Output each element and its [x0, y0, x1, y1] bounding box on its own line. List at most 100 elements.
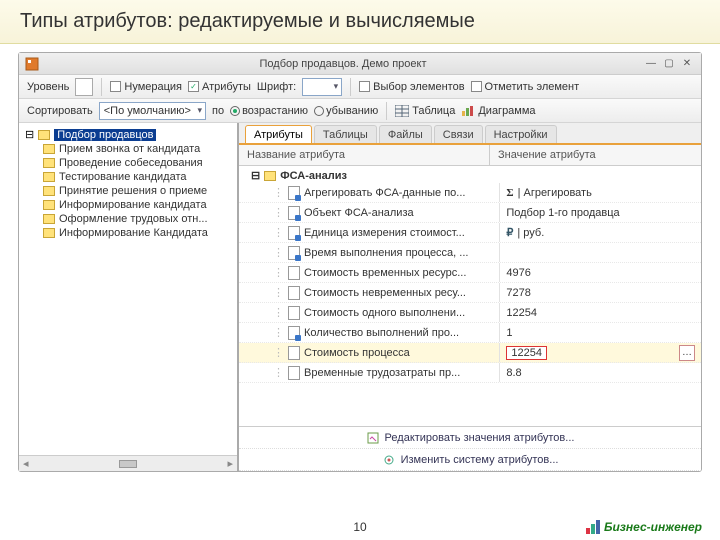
col-name-header[interactable]: Название атрибута — [239, 145, 490, 165]
sort-asc-label: возрастанию — [242, 105, 308, 117]
attribute-grid: ⊟ ФСА-анализ ⋮Агрегировать ФСА-данные по… — [239, 166, 701, 426]
chart-icon — [461, 105, 475, 117]
app-window: Подбор продавцов. Демо проект — ▢ ✕ Уров… — [18, 52, 702, 472]
attr-row[interactable]: ⋮ Стоимость одного выполнени... 12254 — [239, 303, 701, 323]
readonly-icon — [288, 286, 300, 300]
attr-name: Количество выполнений про... — [304, 327, 459, 339]
numbering-checkbox[interactable]: Нумерация — [110, 81, 182, 93]
select-elements-label: Выбор элементов — [373, 81, 464, 93]
attr-row[interactable]: ⋮Единица измерения стоимост...₽ | руб. — [239, 223, 701, 243]
attr-name: Время выполнения процесса, ... — [304, 247, 468, 259]
tree-line: ⋮ — [273, 226, 284, 239]
change-system-label: Изменить систему атрибутов... — [401, 454, 559, 466]
sort-label: Сортировать — [27, 105, 93, 117]
attr-name: Единица измерения стоимост... — [304, 227, 465, 239]
tree-line: ⋮ — [273, 346, 284, 359]
attr-row[interactable]: ⋮Объект ФСА-анализаПодбор 1-го продавца — [239, 203, 701, 223]
attr-name: Объект ФСА-анализа — [304, 207, 414, 219]
attr-row[interactable]: ⋮Стоимость временных ресурс...4976 — [239, 263, 701, 283]
chart-view-button[interactable]: Диаграмма — [461, 105, 535, 117]
sort-desc-label: убыванию — [326, 105, 378, 117]
editable-icon — [288, 326, 300, 340]
font-label: Шрифт: — [257, 81, 296, 93]
tree-item[interactable]: Информирование кандидата — [23, 198, 233, 212]
attr-value: | руб. — [517, 227, 544, 239]
readonly-icon — [288, 346, 300, 360]
select-elements-checkbox[interactable]: Выбор элементов — [359, 81, 464, 93]
readonly-icon — [288, 266, 300, 280]
attr-row[interactable]: ⋮Временные трудозатраты пр...8.8 — [239, 363, 701, 383]
sort-desc-radio[interactable]: убыванию — [314, 105, 378, 117]
level-spinner[interactable] — [75, 78, 93, 96]
folder-icon — [43, 228, 55, 238]
attr-value: | Агрегировать — [518, 187, 592, 199]
ellipsis-button[interactable]: … — [679, 345, 695, 361]
close-button[interactable]: ✕ — [679, 57, 695, 71]
title-bar: Подбор продавцов. Демо проект — ▢ ✕ — [19, 53, 701, 75]
expand-icon[interactable]: ⊟ — [245, 169, 260, 182]
slide-title: Типы атрибутов: редактируемые и вычисляе… — [0, 0, 720, 44]
right-pane: Атрибуты Таблицы Файлы Связи Настройки Н… — [239, 123, 701, 471]
gear-icon — [382, 453, 396, 467]
brand-label: Бизнес-инженер — [604, 520, 702, 534]
attributes-checkbox[interactable]: ✓Атрибуты — [188, 81, 251, 93]
mark-element-checkbox[interactable]: Отметить элемент — [471, 81, 580, 93]
change-system-button[interactable]: Изменить систему атрибутов... — [239, 449, 701, 471]
attr-value: 8.8 — [506, 367, 521, 379]
edit-icon — [366, 431, 380, 445]
folder-icon — [38, 130, 50, 140]
tab-settings[interactable]: Настройки — [485, 125, 557, 143]
editable-icon — [288, 206, 300, 220]
collapse-icon[interactable]: ⊟ — [25, 128, 34, 141]
tree-item[interactable]: Оформление трудовых отн... — [23, 212, 233, 226]
sort-field-combo[interactable]: <По умолчанию> — [99, 102, 206, 120]
table-icon — [395, 105, 409, 117]
tree-item[interactable]: Прием звонка от кандидата — [23, 142, 233, 156]
attr-value: 12254 — [506, 346, 547, 360]
main-area: ⊟ Подбор продавцов Прием звонка от канди… — [19, 123, 701, 471]
tree-item[interactable]: Принятие решения о приеме — [23, 184, 233, 198]
edit-values-button[interactable]: Редактировать значения атрибутов... — [239, 427, 701, 449]
attr-row[interactable]: ⋮Время выполнения процесса, ... — [239, 243, 701, 263]
font-combo[interactable] — [302, 78, 342, 96]
attr-name: Временные трудозатраты пр... — [304, 367, 460, 379]
attr-row[interactable]: ⋮Количество выполнений про...1 — [239, 323, 701, 343]
tab-files[interactable]: Файлы — [379, 125, 432, 143]
attr-row[interactable]: ⋮Агрегировать ФСА-данные по...Σ | Агреги… — [239, 183, 701, 203]
tree[interactable]: ⊟ Подбор продавцов Прием звонка от канди… — [19, 123, 237, 455]
folder-icon — [43, 172, 55, 182]
col-value-header[interactable]: Значение атрибута — [490, 145, 701, 165]
readonly-icon — [288, 306, 300, 320]
group-row[interactable]: ⊟ ФСА-анализ — [239, 168, 701, 183]
tab-links[interactable]: Связи — [434, 125, 483, 143]
tab-attributes[interactable]: Атрибуты — [245, 125, 312, 143]
attr-row[interactable]: ⋮Стоимость процесса12254… — [239, 343, 701, 363]
folder-icon — [264, 171, 276, 181]
toolbar-sort: Сортировать <По умолчанию> по возрастани… — [19, 99, 701, 123]
tree-item[interactable]: Проведение собеседования — [23, 156, 233, 170]
tree-item[interactable]: Информирование Кандидата — [23, 226, 233, 240]
tree-line: ⋮ — [273, 306, 284, 319]
folder-icon — [43, 144, 55, 154]
tree-item-label: Прием звонка от кандидата — [59, 143, 200, 155]
window-title: Подбор продавцов. Демо проект — [45, 58, 641, 70]
mark-element-label: Отметить элемент — [485, 81, 580, 93]
tree-root[interactable]: ⊟ Подбор продавцов — [23, 127, 233, 142]
by-label: по — [212, 105, 224, 117]
folder-icon — [43, 200, 55, 210]
attr-name: Стоимость временных ресурс... — [304, 267, 466, 279]
attr-name: Стоимость одного выполнени... — [304, 307, 465, 319]
attr-row[interactable]: ⋮Стоимость невременных ресу...7278 — [239, 283, 701, 303]
maximize-button[interactable]: ▢ — [661, 57, 677, 71]
tree-item[interactable]: Тестирование кандидата — [23, 170, 233, 184]
attr-value: 4976 — [506, 267, 530, 279]
h-scrollbar[interactable]: ◂ ▸ — [19, 455, 237, 471]
table-view-button[interactable]: Таблица — [395, 105, 455, 117]
tree-item-label: Тестирование кандидата — [59, 171, 187, 183]
tabs: Атрибуты Таблицы Файлы Связи Настройки — [239, 123, 701, 145]
minimize-button[interactable]: — — [643, 57, 659, 71]
tab-tables[interactable]: Таблицы — [314, 125, 377, 143]
tree-item-label: Принятие решения о приеме — [59, 185, 207, 197]
sort-asc-radio[interactable]: возрастанию — [230, 105, 308, 117]
attr-value: 12254 — [506, 307, 537, 319]
